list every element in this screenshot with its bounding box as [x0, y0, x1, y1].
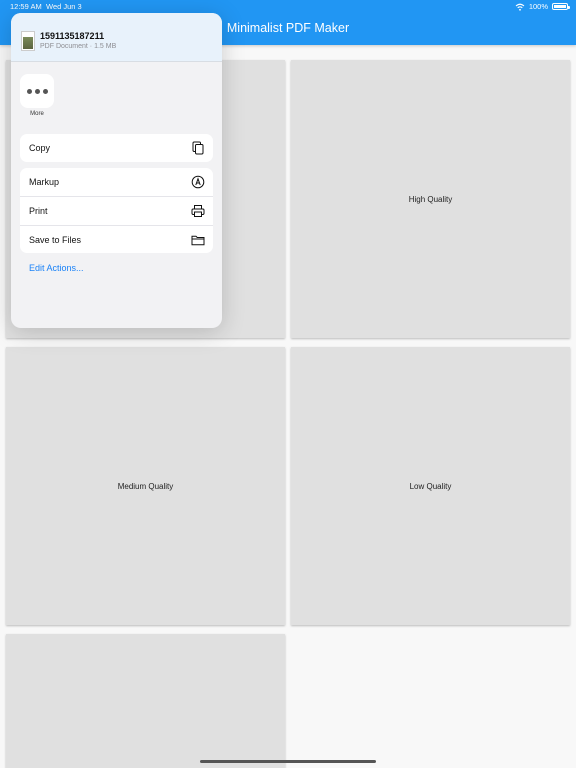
folder-icon: [191, 235, 205, 245]
more-icon: [26, 88, 32, 94]
copy-group: Copy: [20, 134, 213, 162]
print-action[interactable]: Print: [20, 196, 213, 224]
wifi-icon: [515, 3, 525, 11]
file-name: 1591135187211: [40, 31, 105, 41]
print-label: Print: [29, 205, 48, 216]
printer-icon: [191, 204, 205, 217]
copy-icon: [192, 141, 204, 155]
edit-actions-link[interactable]: Edit Actions...: [29, 263, 84, 273]
more-button[interactable]: [20, 74, 54, 108]
save-to-files-label: Save to Files: [29, 234, 82, 245]
quality-card-high[interactable]: High Quality: [291, 60, 570, 338]
save-to-files-action[interactable]: Save to Files: [20, 225, 213, 253]
markup-label: Markup: [29, 177, 60, 187]
battery-icon: [552, 3, 570, 10]
copy-action[interactable]: Copy: [20, 134, 213, 162]
card-label: Low Quality: [409, 481, 452, 491]
share-sheet-header: 1591135187211 PDF Document · 1.5 MB: [11, 13, 222, 62]
copy-label: Copy: [29, 143, 51, 153]
quality-card-more[interactable]: [6, 634, 285, 768]
file-thumbnail: [21, 31, 35, 51]
actions-group: Markup Print Save to Files: [20, 168, 213, 253]
markup-icon: [191, 175, 205, 189]
status-right: 100%: [515, 2, 570, 11]
markup-action[interactable]: Markup: [20, 168, 213, 196]
share-sheet: 1591135187211 PDF Document · 1.5 MB More…: [11, 13, 222, 328]
more-label: More: [30, 111, 44, 117]
home-indicator: [200, 760, 376, 763]
quality-card-medium[interactable]: Medium Quality: [6, 347, 285, 625]
status-time: 12:59 AM: [10, 2, 42, 11]
status-date: Wed Jun 3: [46, 2, 82, 11]
card-label: High Quality: [408, 194, 453, 204]
quality-card-low[interactable]: Low Quality: [291, 347, 570, 625]
battery-percent: 100%: [528, 2, 548, 11]
file-meta: PDF Document · 1.5 MB: [40, 43, 117, 50]
card-label: Medium Quality: [117, 481, 174, 491]
